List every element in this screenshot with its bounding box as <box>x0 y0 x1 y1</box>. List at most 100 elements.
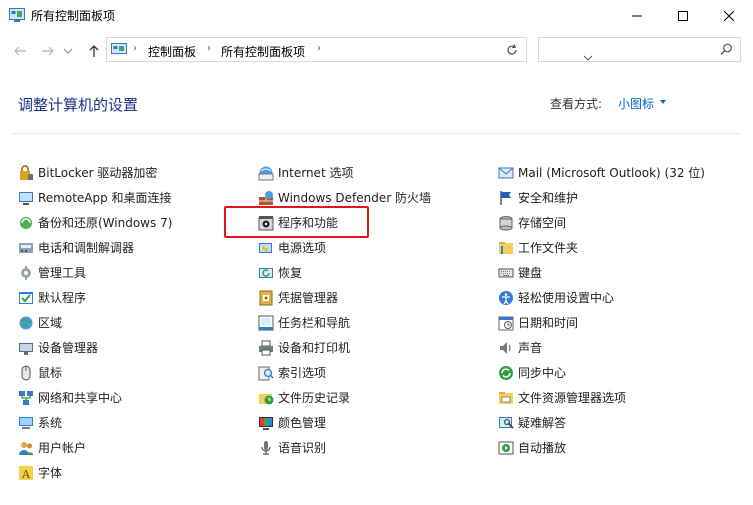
control-panel-item-label[interactable]: 文件资源管理器选项 <box>518 389 626 406</box>
chevron-down-icon[interactable] <box>660 100 666 104</box>
title-bar: 所有控制面板项 <box>0 0 753 31</box>
back-button[interactable] <box>10 41 30 61</box>
control-panel-item[interactable]: Internet 选项 <box>258 160 431 185</box>
control-panel-item-label[interactable]: 疑难解答 <box>518 414 566 431</box>
control-panel-item-label[interactable]: 同步中心 <box>518 364 566 381</box>
control-panel-item-label[interactable]: 系统 <box>38 414 62 431</box>
breadcrumb-separator-icon: › <box>207 43 211 54</box>
date-time-icon <box>498 316 514 330</box>
control-panel-item[interactable]: 轻松使用设置中心 <box>498 285 705 310</box>
address-bar[interactable]: › 控制面板 › 所有控制面板项 › <box>106 37 593 62</box>
control-panel-item[interactable]: A 字体 <box>18 460 172 485</box>
control-panel-item[interactable]: 设备管理器 <box>18 335 172 360</box>
control-panel-item-label[interactable]: 设备和打印机 <box>278 339 350 356</box>
control-panel-item-label[interactable]: 键盘 <box>518 264 542 281</box>
navigation-bar: › 控制面板 › 所有控制面板项 › <box>0 31 753 71</box>
control-panel-item-label[interactable]: 颜色管理 <box>278 414 326 431</box>
control-panel-item-label[interactable]: 字体 <box>38 464 62 481</box>
control-panel-item[interactable]: 存储空间 <box>498 210 705 235</box>
storage-icon <box>499 215 513 230</box>
control-panel-item[interactable]: 索引选项 <box>258 360 431 385</box>
control-panel-item-label[interactable]: 工作文件夹 <box>518 239 578 256</box>
control-panel-item-label[interactable]: 用户帐户 <box>38 439 86 456</box>
control-panel-item-label[interactable]: 设备管理器 <box>38 339 98 356</box>
control-panel-item[interactable]: 键盘 <box>498 260 705 285</box>
control-panel-item-label[interactable]: 区域 <box>38 314 62 331</box>
control-panel-item[interactable]: 疑难解答 <box>498 410 705 435</box>
control-panel-item-label[interactable]: RemoteApp 和桌面连接 <box>38 189 172 206</box>
control-panel-item[interactable]: 文件历史记录 <box>258 385 431 410</box>
minimize-button[interactable] <box>614 0 660 31</box>
control-panel-item-label[interactable]: 自动播放 <box>518 439 566 456</box>
control-panel-item[interactable]: 鼠标 <box>18 360 172 385</box>
firewall-icon <box>259 190 273 205</box>
control-panel-item-label[interactable]: 文件历史记录 <box>278 389 350 406</box>
control-panel-icon <box>9 8 25 22</box>
control-panel-item-label[interactable]: 电源选项 <box>278 239 326 256</box>
control-panel-item[interactable]: 任务栏和导航 <box>258 310 431 335</box>
control-panel-item[interactable]: BitLocker 驱动器加密 <box>18 160 172 185</box>
control-panel-item[interactable]: 工作文件夹 <box>498 235 705 260</box>
control-panel-item-label[interactable]: 轻松使用设置中心 <box>518 289 614 306</box>
control-panel-item-label[interactable]: BitLocker 驱动器加密 <box>38 164 157 181</box>
control-panel-item[interactable]: Mail (Microsoft Outlook) (32 位) <box>498 160 705 185</box>
control-panel-item-label[interactable]: Internet 选项 <box>278 164 353 181</box>
control-panel-item-label[interactable]: 鼠标 <box>38 364 62 381</box>
control-panel-item[interactable]: 默认程序 <box>18 285 172 310</box>
arrow-up-icon <box>89 45 99 57</box>
control-panel-item-label[interactable]: 日期和时间 <box>518 314 578 331</box>
search-input[interactable] <box>538 37 741 62</box>
control-panel-item[interactable]: 区域 <box>18 310 172 335</box>
breadcrumb-all-items[interactable]: 所有控制面板项 <box>221 43 305 60</box>
bitlocker-icon <box>20 164 33 180</box>
control-panel-item[interactable]: 用户帐户 <box>18 435 172 460</box>
control-panel-item-label[interactable]: 索引选项 <box>278 364 326 381</box>
control-panel-item[interactable]: 同步中心 <box>498 360 705 385</box>
control-panel-item-label[interactable]: 存储空间 <box>518 214 566 231</box>
control-panel-item-label[interactable]: 安全和维护 <box>518 189 578 206</box>
control-panel-item-label[interactable]: Mail (Microsoft Outlook) (32 位) <box>518 164 705 181</box>
region-icon <box>19 316 33 329</box>
control-panel-item[interactable]: 凭据管理器 <box>258 285 431 310</box>
close-button[interactable] <box>706 0 752 31</box>
control-panel-item[interactable]: 语音识别 <box>258 435 431 460</box>
recent-locations-button[interactable] <box>62 41 74 61</box>
control-panel-item[interactable]: 恢复 <box>258 260 431 285</box>
control-panel-item[interactable]: 管理工具 <box>18 260 172 285</box>
control-panel-item[interactable]: RemoteApp 和桌面连接 <box>18 185 172 210</box>
control-panel-item[interactable]: 电话和调制解调器 <box>18 235 172 260</box>
control-panel-item-label[interactable]: 语音识别 <box>278 439 326 456</box>
control-panel-item[interactable]: 备份和还原(Windows 7) <box>18 210 172 235</box>
control-panel-item[interactable]: 自动播放 <box>498 435 705 460</box>
control-panel-item[interactable]: 电源选项 <box>258 235 431 260</box>
control-panel-item-label[interactable]: 默认程序 <box>38 289 86 306</box>
control-panel-item[interactable]: 系统 <box>18 410 172 435</box>
control-panel-item[interactable]: 网络和共享中心 <box>18 385 172 410</box>
control-panel-item[interactable]: 日期和时间 <box>498 310 705 335</box>
control-panel-item[interactable]: 安全和维护 <box>498 185 705 210</box>
control-panel-item[interactable]: 设备和打印机 <box>258 335 431 360</box>
breadcrumb-control-panel[interactable]: 控制面板 <box>148 43 196 60</box>
control-panel-icon <box>111 43 127 54</box>
up-button[interactable] <box>84 41 104 61</box>
control-panel-item-label[interactable]: 备份和还原(Windows 7) <box>38 214 172 231</box>
refresh-button[interactable] <box>497 37 527 62</box>
control-panel-item[interactable]: 声音 <box>498 335 705 360</box>
ease-of-access-icon <box>499 290 513 305</box>
control-panel-item[interactable]: 颜色管理 <box>258 410 431 435</box>
control-panel-item-label[interactable]: Windows Defender 防火墙 <box>278 189 431 206</box>
control-panel-item-label[interactable]: 恢复 <box>278 264 302 281</box>
window-title: 所有控制面板项 <box>31 9 116 23</box>
control-panel-item-label[interactable]: 网络和共享中心 <box>38 389 122 406</box>
divider <box>12 133 741 134</box>
forward-button[interactable] <box>38 41 58 61</box>
maximize-button[interactable] <box>660 0 706 31</box>
control-panel-item[interactable]: 文件资源管理器选项 <box>498 385 705 410</box>
control-panel-item-label[interactable]: 管理工具 <box>38 264 86 281</box>
control-panel-item-label[interactable]: 任务栏和导航 <box>278 314 350 331</box>
control-panel-item-label[interactable]: 电话和调制解调器 <box>38 239 134 256</box>
control-panel-item-label[interactable]: 声音 <box>518 339 542 356</box>
taskbar-icon <box>258 315 274 330</box>
control-panel-item-label[interactable]: 凭据管理器 <box>278 289 338 306</box>
view-by-dropdown[interactable]: 小图标 <box>618 95 654 112</box>
